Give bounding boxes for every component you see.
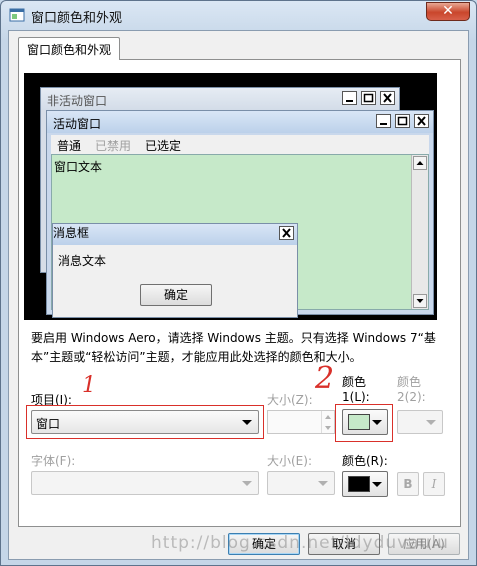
font-select[interactable] [31,471,259,495]
font-color-button[interactable] [342,471,388,497]
preview-window-text: 窗口文本 [54,160,103,174]
scroll-up-icon [413,156,427,170]
spin-down-icon[interactable] [321,422,334,433]
color1-label-line1: 颜色 [342,375,367,389]
maximize-icon [395,114,410,128]
close-icon [414,114,429,128]
dialog-window: 窗口颜色和外观 ✕ 窗口颜色和外观 非活动窗口 活动窗口 普通 已禁用 已选定 … [0,0,477,566]
close-button[interactable]: ✕ [426,2,470,21]
size1-spinner[interactable] [267,410,335,434]
preview-message-box[interactable]: 消息框 消息文本 确定 [52,223,298,318]
preview-msgbox-ok-button: 确定 [140,284,212,306]
preview-msgbox-title: 消息框 [53,226,90,240]
watermark-text: http://blog.csdn.net/ldyduvaulu [151,533,449,553]
title-bar[interactable]: 窗口颜色和外观 ✕ [1,1,476,29]
minimize-icon [342,91,357,105]
preview-menu-normal: 普通 [57,139,82,153]
preview-msgbox-text: 消息文本 [58,254,107,268]
window-app-icon [9,8,25,22]
bold-button[interactable]: B [397,472,419,496]
color2-label-line2: 2(2): [397,390,426,404]
font-color-swatch [348,476,370,492]
chevron-down-icon [426,420,436,425]
close-icon [279,226,294,240]
preview-active-titlebar: 活动窗口 [47,111,433,133]
color1-label-line2: 1(L): [342,390,370,404]
chevron-down-icon [372,420,382,425]
color2-button[interactable] [397,410,443,434]
preview-menu-disabled: 已禁用 [95,139,132,153]
font-label: 字体(F): [31,454,76,468]
spin-up-icon[interactable] [321,411,334,422]
item-select[interactable]: 窗口 [31,410,259,434]
chevron-down-icon [242,481,252,486]
chevron-down-icon [372,482,382,487]
chevron-down-icon [242,420,252,425]
size2-label: 大小(E): [267,454,312,468]
window-title: 窗口颜色和外观 [31,11,123,26]
preview-inactive-title: 非活动窗口 [47,94,108,108]
preview-inactive-titlebar: 非活动窗口 [41,88,399,110]
preview-menu-bar: 普通 已禁用 已选定 [51,135,429,154]
preview-active-title: 活动窗口 [53,117,102,131]
dialog-client-area: 窗口颜色和外观 非活动窗口 活动窗口 普通 已禁用 已选定 窗口文本 消息框 消… [8,30,469,560]
color1-button[interactable] [342,409,388,435]
minimize-icon [376,114,391,128]
scroll-down-icon [413,294,427,308]
size1-label: 大小(Z): [267,393,313,407]
close-icon [380,91,395,105]
close-icon: ✕ [442,3,454,19]
preview-scrollbar [411,155,428,309]
chevron-down-icon [318,481,328,486]
appearance-preview[interactable]: 非活动窗口 活动窗口 普通 已禁用 已选定 窗口文本 消息框 消息文本 确定 [24,73,437,320]
annotation-one: 1 [82,373,96,398]
size2-select[interactable] [267,471,335,495]
aero-description: 要启用 Windows Aero，请选择 Windows 主题。只有选择 Win… [31,331,436,364]
italic-button[interactable]: I [423,472,445,496]
color2-label-line1: 颜色 [397,375,422,389]
color1-swatch [348,414,370,430]
font-color-label: 颜色(R): [342,454,388,468]
maximize-icon [361,91,376,105]
preview-menu-selected: 已选定 [145,139,182,153]
preview-msgbox-titlebar: 消息框 [53,224,297,245]
annotation-two: 2 [315,361,335,396]
item-select-value: 窗口 [36,417,61,431]
tab-window-color[interactable]: 窗口颜色和外观 [18,37,121,60]
